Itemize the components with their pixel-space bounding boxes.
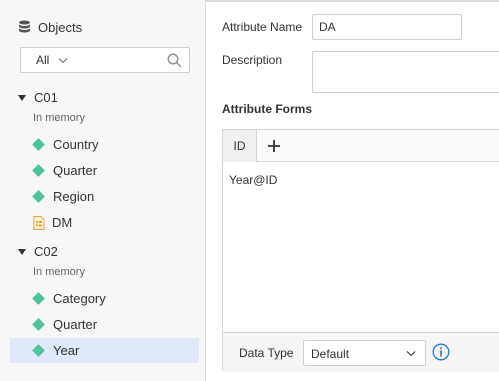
forms-footer: Data Type Default <box>223 332 499 372</box>
tree-node-c02[interactable]: C02 <box>18 244 58 259</box>
tree-item-label: Region <box>53 189 95 204</box>
data-type-value: Default <box>311 347 350 361</box>
object-filter-bar: All <box>20 47 190 73</box>
attribute-diamond-icon <box>32 164 45 177</box>
info-icon[interactable] <box>432 343 450 361</box>
tab-id-label: ID <box>233 139 246 153</box>
chevron-down-icon <box>58 57 68 63</box>
object-type-dropdown[interactable]: All <box>36 53 68 67</box>
tree-item-region[interactable]: Region <box>10 184 199 209</box>
tree-item-label: Quarter <box>53 317 98 332</box>
objects-panel-title: Objects <box>38 19 83 35</box>
attribute-forms-panel: ID Year@ID Data Type Default <box>222 129 499 372</box>
attribute-diamond-icon <box>32 190 45 203</box>
caret-down-icon[interactable] <box>18 248 26 255</box>
tree-item-label: Category <box>53 291 106 306</box>
objects-panel-header: Objects <box>18 18 82 36</box>
attribute-name-input[interactable] <box>312 14 462 40</box>
tree-item-label: Quarter <box>53 163 98 178</box>
tree-node-label: C02 <box>34 244 58 259</box>
tree-item-label: DM <box>52 215 73 230</box>
tree-item-country[interactable]: Country <box>10 132 199 157</box>
caret-down-icon[interactable] <box>18 94 26 101</box>
forms-tab-bar: ID <box>223 130 499 162</box>
description-label: Description <box>222 53 283 67</box>
data-type-label: Data Type <box>239 346 294 360</box>
tree-node-status: In memory <box>33 266 85 278</box>
description-textarea[interactable] <box>312 51 499 93</box>
tree-node-label: C01 <box>34 90 58 105</box>
document-icon <box>33 215 45 230</box>
tree-item-quarter-c02[interactable]: Quarter <box>10 312 199 337</box>
database-icon <box>19 20 30 33</box>
data-type-dropdown[interactable]: Default <box>303 340 426 366</box>
tab-id[interactable]: ID <box>223 130 257 162</box>
tree-item-label: Year <box>53 343 80 358</box>
chevron-down-icon <box>406 351 416 357</box>
tree-item-quarter[interactable]: Quarter <box>10 158 199 183</box>
attribute-diamond-icon <box>32 138 45 151</box>
objects-panel: Objects All C01 In memory Country Quarte… <box>0 0 206 381</box>
plus-icon[interactable] <box>266 138 282 154</box>
attribute-forms-title: Attribute Forms <box>222 102 312 116</box>
tree-item-category[interactable]: Category <box>10 286 199 311</box>
tree-item-year[interactable]: Year <box>10 338 199 363</box>
attribute-diamond-icon <box>32 344 45 357</box>
object-type-value: All <box>36 53 50 67</box>
attribute-diamond-icon <box>32 292 45 305</box>
search-icon[interactable] <box>167 53 182 68</box>
tree-node-status: In memory <box>33 112 85 124</box>
attribute-diamond-icon <box>32 318 45 331</box>
attribute-name-label: Attribute Name <box>222 20 303 34</box>
form-expression[interactable]: Year@ID <box>229 173 277 187</box>
tree-item-label: Country <box>53 137 99 152</box>
tree-node-c01[interactable]: C01 <box>18 90 58 105</box>
tree-item-dm[interactable]: DM <box>10 210 199 235</box>
